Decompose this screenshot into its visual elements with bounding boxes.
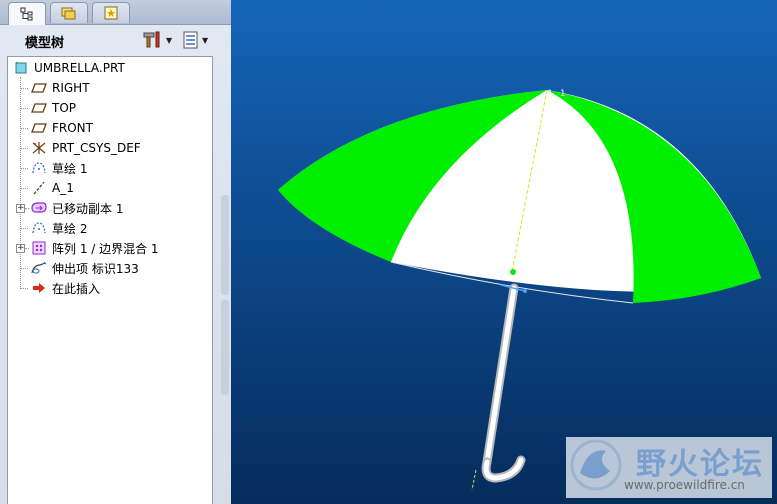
moved-copy-icon xyxy=(30,200,48,216)
tree-connector xyxy=(20,268,28,269)
chevron-down-icon: ▼ xyxy=(202,35,209,45)
panel-resize-handle[interactable] xyxy=(221,300,229,395)
tree-item-axis[interactable]: A_1 xyxy=(30,178,74,198)
tree-item-sketch-2[interactable]: 草绘 2 xyxy=(30,218,87,238)
watermark: 野火论坛 www.proewildfire.cn xyxy=(566,437,772,498)
tree-icon xyxy=(20,7,33,21)
tree-connector xyxy=(25,248,29,249)
datum-plane-icon xyxy=(30,100,48,116)
tree-item-pattern[interactable]: 阵列 1 / 边界混合 1 xyxy=(30,238,159,258)
tree-item-label: PRT_CSYS_DEF xyxy=(52,141,141,155)
tree-connector xyxy=(20,188,28,189)
folder-icon xyxy=(61,7,76,20)
tree-connector xyxy=(20,148,28,149)
tree-connector xyxy=(20,228,28,229)
tree-connector xyxy=(20,128,28,129)
umbrella-model xyxy=(278,89,761,491)
tree-settings-icon xyxy=(183,31,198,49)
tree-item-csys[interactable]: PRT_CSYS_DEF xyxy=(30,138,141,158)
panel-title: 模型树 xyxy=(25,36,65,51)
model-tree: UMBRELLA.PRT RIGHT TOP FRONT PRT_CSYS_DE… xyxy=(7,56,213,504)
tree-item-label: 阵列 1 / 边界混合 1 xyxy=(52,241,159,256)
tree-connector xyxy=(20,88,28,89)
folder-browser-tab[interactable] xyxy=(50,2,88,23)
tree-root-label: UMBRELLA.PRT xyxy=(34,61,125,75)
tree-item-front[interactable]: FRONT xyxy=(30,118,93,138)
tree-connector xyxy=(20,168,28,169)
part-icon xyxy=(12,60,30,76)
axis-point xyxy=(510,269,516,275)
tree-item-label: 草绘 2 xyxy=(52,221,88,236)
tree-item-right[interactable]: RIGHT xyxy=(30,78,90,98)
forum-logo-icon xyxy=(570,439,622,491)
graphics-viewport[interactable]: A_1 野火论坛 www.proewildfire.cn xyxy=(231,0,777,504)
umbrella-shaft-highlight xyxy=(484,285,517,465)
datum-plane-icon xyxy=(30,80,48,96)
chevron-down-icon: ▼ xyxy=(166,35,173,45)
navigator-tab-bar xyxy=(0,0,231,25)
tree-connector xyxy=(20,288,28,289)
model-tree-header: 模型树 ▼ ▼ xyxy=(0,25,231,55)
watermark-url: www.proewildfire.cn xyxy=(624,478,745,492)
csys-icon xyxy=(30,140,48,156)
tree-item-top[interactable]: TOP xyxy=(30,98,76,118)
tree-item-label: TOP xyxy=(52,101,77,115)
model-tree-tab[interactable] xyxy=(8,2,46,25)
model-tree-panel: 模型树 ▼ ▼ UMBRELLA.PRT RIGHT TOP FRONT PRT… xyxy=(0,0,231,504)
datum-axis-icon xyxy=(30,180,48,196)
pattern-icon xyxy=(30,240,48,256)
tree-item-label: 草绘 1 xyxy=(52,161,88,176)
tree-connector xyxy=(20,108,28,109)
tree-item-label: 已移动副本 1 xyxy=(52,201,124,216)
datum-plane-icon xyxy=(30,120,48,136)
tree-item-protrusion[interactable]: 伸出项 标识133 xyxy=(30,258,139,278)
tree-connector xyxy=(25,208,29,209)
tree-root[interactable]: UMBRELLA.PRT xyxy=(12,58,125,78)
tree-item-sketch-1[interactable]: 草绘 1 xyxy=(30,158,87,178)
watermark-title: 野火论坛 xyxy=(636,447,764,482)
tree-item-label: 在此插入 xyxy=(52,281,101,296)
axis-label: A_1 xyxy=(547,89,567,99)
tree-item-label: FRONT xyxy=(52,121,93,135)
tree-item-moved-copy[interactable]: 已移动副本 1 xyxy=(30,198,123,218)
expand-toggle[interactable]: + xyxy=(16,244,25,253)
tree-tools-button[interactable]: ▼ xyxy=(143,30,172,50)
tree-item-label: 伸出项 标识133 xyxy=(52,261,139,276)
expand-toggle[interactable]: + xyxy=(16,204,25,213)
tools-icon xyxy=(143,31,160,48)
sketch-icon xyxy=(30,160,48,176)
favorites-icon xyxy=(104,6,118,20)
tree-settings-button[interactable]: ▼ xyxy=(183,30,208,50)
favorites-tab[interactable] xyxy=(92,2,130,23)
protrusion-icon xyxy=(30,260,48,276)
sketch-icon xyxy=(30,220,48,236)
tree-item-insert-here[interactable]: 在此插入 xyxy=(30,278,100,298)
insert-here-icon xyxy=(30,280,48,296)
tree-item-label: RIGHT xyxy=(52,81,90,95)
tree-item-label: A_1 xyxy=(52,181,74,195)
panel-resize-handle[interactable] xyxy=(221,195,229,295)
